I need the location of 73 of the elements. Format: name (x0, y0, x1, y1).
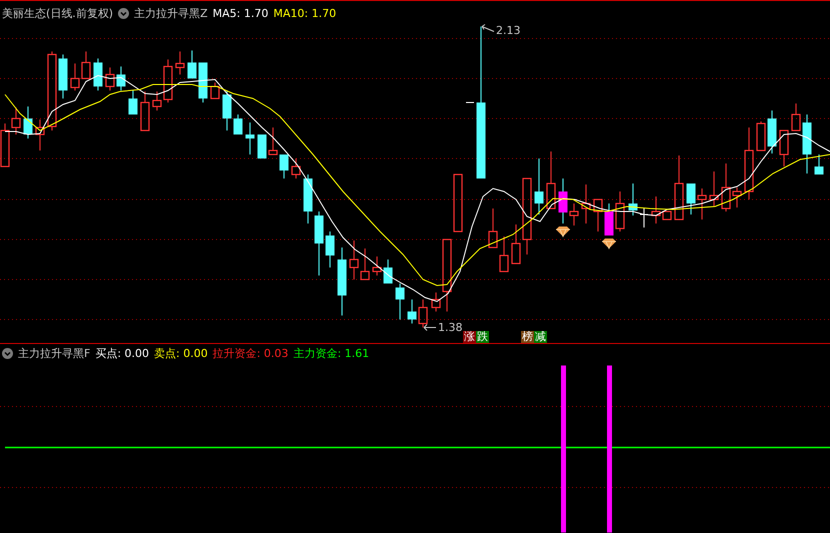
candlestick (408, 299, 416, 324)
candlestick (709, 171, 719, 207)
diamond-icon (556, 226, 570, 238)
candlestick (35, 119, 45, 151)
candlestick (234, 114, 242, 135)
candlestick (188, 50, 196, 79)
low-price-label: 1.38 (438, 321, 462, 334)
candlestick (116, 66, 126, 91)
candlestick (466, 102, 474, 103)
candlestick (756, 121, 766, 152)
stock-title: 美丽生态(日线.前复权) (2, 6, 114, 21)
candlestick (291, 158, 301, 179)
candlestick (814, 154, 824, 175)
leader-line (424, 324, 436, 331)
candlestick (105, 67, 115, 91)
candlestick (604, 203, 614, 236)
candlestick (210, 82, 220, 100)
candlestick (280, 154, 288, 179)
chevron-down-icon[interactable] (2, 348, 13, 359)
candlestick (558, 178, 568, 224)
candlestick (175, 51, 185, 75)
candlestick (581, 184, 591, 224)
candlestick (674, 155, 684, 220)
candlestick (396, 283, 404, 320)
indicator-name: 主力拉升寻黑F (18, 346, 90, 361)
candlestick (628, 183, 638, 216)
candlestick (304, 174, 312, 224)
legend-value: 主力资金: 1.61 (293, 346, 370, 361)
legend-value: MA5: 1.70 (212, 7, 268, 20)
candlestick (94, 58, 102, 91)
candlestick (686, 183, 696, 215)
candlestick (246, 122, 254, 155)
candlestick (58, 54, 68, 99)
candlestick (360, 248, 370, 280)
legend-value: 卖点: 0.00 (154, 346, 208, 361)
candlestick (488, 208, 498, 248)
candlestick (453, 174, 463, 232)
candlestick (802, 114, 812, 174)
candlestick (81, 51, 91, 80)
candlestick (258, 134, 266, 159)
candlestick (349, 240, 359, 280)
chevron-down-icon[interactable] (118, 8, 130, 19)
candlestick (268, 127, 278, 156)
candlestick (791, 103, 801, 132)
legend-value: 买点: 0.00 (95, 346, 150, 361)
candlestick (615, 191, 625, 232)
candlestick (24, 106, 32, 139)
candlestick (593, 198, 603, 232)
candlestick (70, 63, 80, 91)
high-price-label: 2.13 (496, 24, 520, 37)
candlestick (569, 203, 579, 226)
diamond-icon (602, 238, 616, 250)
leader-line (482, 24, 494, 32)
candlestick (499, 236, 509, 272)
candlestick (640, 208, 648, 228)
candlestick (314, 211, 324, 276)
candlestick (697, 188, 707, 220)
legend-value: MA10: 1.70 (273, 7, 336, 20)
candlestick (779, 130, 789, 167)
legend-value: 拉升资金: 0.03 (212, 346, 288, 361)
candlestick (140, 91, 150, 132)
candlestick (534, 158, 544, 215)
candlestick (372, 256, 382, 276)
candlestick (128, 90, 138, 115)
candlestick (546, 151, 556, 210)
candlestick (326, 231, 334, 268)
candlestick (384, 259, 392, 284)
candlestick (222, 90, 232, 131)
candlestick (768, 110, 776, 154)
candlestick (418, 299, 428, 328)
indicator-name: 主力拉升寻黑Z (134, 6, 208, 21)
candlestick (338, 247, 346, 316)
candlestick (198, 62, 208, 103)
